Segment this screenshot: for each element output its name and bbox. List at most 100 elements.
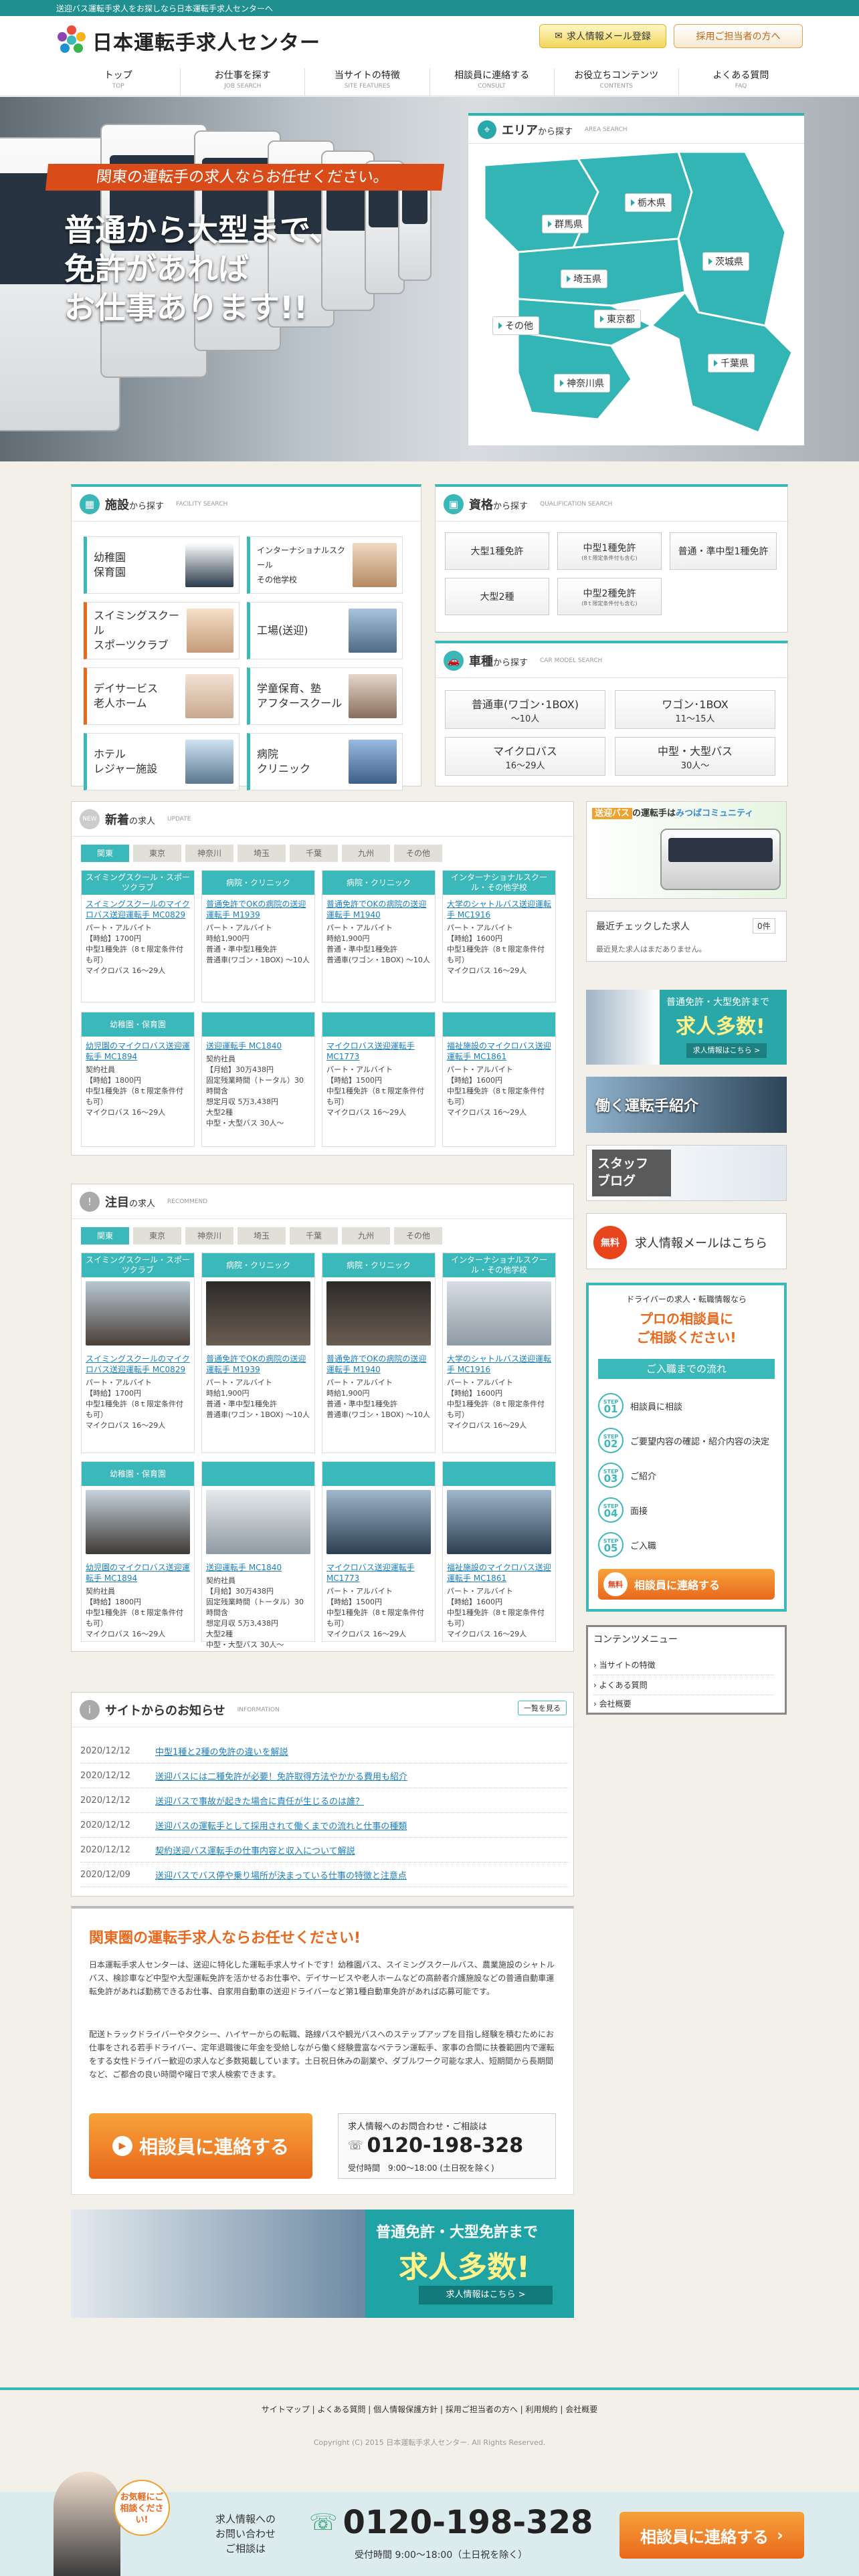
tab-chiba[interactable]: 千葉 [290, 845, 338, 862]
pref-ibaraki[interactable]: 茨城県 [702, 252, 749, 271]
tab-kanagawa[interactable]: 神奈川 [185, 845, 233, 862]
banner-link[interactable]: 求人情報はこちら > [686, 1043, 767, 1058]
mail-banner[interactable]: 無料 求人情報メールはこちら [586, 1213, 787, 1269]
nav-consult[interactable]: 相談員に連絡する CONSULT [429, 68, 554, 96]
job-card[interactable]: 病院・クリニック 普通免許でOKの病院の送迎運転手 M1939 パート・アルバイト … [201, 1253, 315, 1453]
tab-kyushu[interactable]: 九州 [342, 845, 390, 862]
tab-chiba[interactable]: 千葉 [290, 1227, 338, 1245]
job-title[interactable]: 普通免許でOKの病院の送迎運転手 M1939 [202, 1350, 314, 1378]
news-link[interactable]: 送迎バスで事故が起きた場合に責任が生じるのは誰？ [155, 1794, 364, 1807]
tab-kanagawa[interactable]: 神奈川 [185, 1227, 233, 1245]
pref-tokyo[interactable]: 東京都 [594, 310, 641, 328]
job-title[interactable]: 送迎運転手 MC1840 [202, 1037, 314, 1054]
job-title[interactable]: 幼児園のマイクロバス送迎運転手 MC1894 [82, 1037, 194, 1065]
job-title[interactable]: マイクロバス送迎運転手 MC1773 [322, 1558, 435, 1586]
footer-link[interactable]: 採用ご担当者の方へ [446, 2405, 518, 2414]
tab-kyushu[interactable]: 九州 [342, 1227, 390, 1245]
facility-hotel[interactable]: ホテル レジャー施設 [84, 733, 240, 790]
job-title[interactable]: 大学のシャトルバス送迎運転手 MC1916 [443, 1350, 555, 1378]
tab-tokyo[interactable]: 東京 [133, 1227, 181, 1245]
nav-faq[interactable]: よくある質問 FAQ [678, 68, 803, 96]
vehicle-wagon[interactable]: ワゴン･1BOX 11〜15人 [615, 690, 775, 729]
job-card[interactable]: 福祉施設のマイクロバス送迎運転手 MC1861 パート・アルバイト 【時給】160… [442, 1461, 556, 1642]
job-title[interactable]: 福祉施設のマイクロバス送迎運転手 MC1861 [443, 1558, 555, 1586]
consult-button[interactable]: 無料 相談員に連絡する [598, 1569, 775, 1600]
vehicle-bus[interactable]: 中型・大型バス 30人〜 [615, 737, 775, 776]
job-card[interactable]: 幼稚園・保育園 幼児園のマイクロバス送迎運転手 MC1894 契約社員 【時給】18… [81, 1461, 195, 1642]
job-title[interactable]: マイクロバス送迎運転手 MC1773 [322, 1037, 435, 1065]
news-link[interactable]: 契約送迎バス運転手の仕事内容と収入について解説 [155, 1844, 355, 1856]
pref-gunma[interactable]: 群馬県 [542, 215, 589, 233]
news-more-button[interactable]: 一覧を見る [518, 1701, 567, 1715]
job-card[interactable]: 病院・クリニック 普通免許でOKの病院の送迎運転手 M1940 パート・アルバイト … [322, 870, 436, 1002]
news-link[interactable]: 中型1種と2種の免許の違いを解説 [155, 1745, 288, 1757]
pref-chiba[interactable]: 千葉県 [708, 354, 755, 372]
tab-saitama[interactable]: 埼玉 [237, 845, 286, 862]
job-card[interactable]: 幼稚園・保育園 幼児園のマイクロバス送迎運転手 MC1894 契約社員 【時給】18… [81, 1012, 195, 1147]
job-card[interactable]: スイミングスクール・スポーツクラブ スイミングスクールのマイクロバス送迎運転手 M… [81, 1253, 195, 1453]
tel-number-row[interactable]: ☏ 0120-198-328 [348, 2134, 523, 2157]
many-jobs-banner[interactable]: 普通免許・大型免許まで 求人多数! 求人情報はこちら > [586, 990, 787, 1065]
nav-contents[interactable]: お役立ちコンテンツ CONTENTS [553, 68, 678, 96]
pref-kanagawa[interactable]: 神奈川県 [554, 374, 610, 393]
facility-day-service[interactable]: デイサービス 老人ホーム [84, 667, 240, 725]
big-banner-link[interactable]: 求人情報はこちら > [419, 2286, 553, 2304]
footer-link[interactable]: 会社概要 [565, 2405, 597, 2414]
job-card[interactable]: スイミングスクール・スポーツクラブ スイミングスクールのマイクロバス送迎運転手 M… [81, 870, 195, 1002]
facility-swimming[interactable]: スイミングスクール スポーツクラブ [84, 602, 240, 659]
job-title[interactable]: スイミングスクールのマイクロバス送迎運転手 MC0829 [82, 895, 194, 923]
job-title[interactable]: スイミングスクールのマイクロバス送迎運転手 MC0829 [82, 1350, 194, 1378]
job-card[interactable]: 送迎運転手 MC1840 契約社員 【月給】30万438円 固定残業時間（トータル… [201, 1012, 315, 1147]
license-large2[interactable]: 大型2種 [445, 578, 549, 615]
nav-job-search[interactable]: お仕事を探す JOB SEARCH [180, 68, 304, 96]
recruiter-button[interactable]: 採用ご担当者の方へ [674, 24, 803, 48]
footer-link[interactable]: サイトマップ [262, 2405, 310, 2414]
news-link[interactable]: 送迎バスでバス停や乗り場所が決まっている仕事の特徴と注意点 [155, 1868, 407, 1881]
job-card[interactable]: マイクロバス送迎運転手 MC1773 パート・アルバイト 【時給】1500円 中型… [322, 1012, 436, 1147]
footer-link[interactable]: 利用規約 [526, 2405, 558, 2414]
site-logo[interactable]: 日本運転手求人センター [56, 24, 320, 58]
facility-kindergarten[interactable]: 幼稚園 保育園 [84, 536, 240, 594]
cta-consult-button[interactable]: 相談員に連絡する › [619, 2512, 804, 2559]
pref-other[interactable]: その他 [492, 316, 539, 335]
news-link[interactable]: 送迎バスの運転手として採用されて働くまでの流れと仕事の種類 [155, 1819, 407, 1832]
cta-tel-row[interactable]: ☏ 0120-198-328 [309, 2504, 593, 2541]
job-card[interactable]: インターナショナルスクール・その他学校 大学のシャトルバス送迎運転手 MC1916… [442, 870, 556, 1002]
license-large1[interactable]: 大型1種免許 [445, 532, 549, 570]
many-jobs-big-banner[interactable]: 普通免許・大型免許まで 求人多数! 求人情報はこちら > [71, 2210, 574, 2318]
job-title[interactable]: 普通免許でOKの病院の送迎運転手 M1939 [202, 895, 314, 923]
tab-kanto[interactable]: 関東 [81, 1227, 129, 1245]
job-title[interactable]: 大学のシャトルバス送迎運転手 MC1916 [443, 895, 555, 923]
menu-item-features[interactable]: › 当サイトの特徴 [593, 1659, 774, 1675]
job-title[interactable]: 送迎運転手 MC1840 [202, 1558, 314, 1576]
mail-register-button[interactable]: ✉ 求人情報メール登録 [539, 24, 666, 48]
staff-blog-banner[interactable]: スタッフ ブログ [586, 1145, 787, 1201]
job-title[interactable]: 普通免許でOKの病院の送迎運転手 M1940 [322, 1350, 435, 1378]
tab-other[interactable]: その他 [394, 1227, 442, 1245]
footer-link[interactable]: よくある質問 [317, 2405, 365, 2414]
tab-tokyo[interactable]: 東京 [133, 845, 181, 862]
job-card[interactable]: 福祉施設のマイクロバス送迎運転手 MC1861 パート・アルバイト 【時給】160… [442, 1012, 556, 1147]
job-card[interactable]: マイクロバス送迎運転手 MC1773 パート・アルバイト 【時給】1500円 中型… [322, 1461, 436, 1642]
menu-item-faq[interactable]: › よくある質問 [593, 1679, 774, 1695]
driver-intro-banner[interactable]: 働く運転手紹介 [586, 1077, 787, 1133]
community-banner[interactable]: 送迎バス の運転手はみつばコミュニティ [586, 801, 787, 899]
job-title[interactable]: 幼児園のマイクロバス送迎運転手 MC1894 [82, 1558, 194, 1586]
facility-hospital[interactable]: 病院 クリニック [247, 733, 403, 790]
job-title[interactable]: 福祉施設のマイクロバス送迎運転手 MC1861 [443, 1037, 555, 1065]
job-card[interactable]: 病院・クリニック 普通免許でOKの病院の送迎運転手 M1940 パート・アルバイト … [322, 1253, 436, 1453]
license-medium2[interactable]: 中型2種免許 (8ｔ限定条件付も含む) [557, 578, 662, 615]
tab-saitama[interactable]: 埼玉 [237, 1227, 286, 1245]
nav-site-features[interactable]: 当サイトの特徴 SITE FEATURES [304, 68, 429, 96]
license-medium1[interactable]: 中型1種免許 (8ｔ限定条件付も含む) [557, 532, 662, 570]
vehicle-microbus[interactable]: マイクロバス 16〜29人 [445, 737, 605, 776]
job-card[interactable]: 病院・クリニック 普通免許でOKの病院の送迎運転手 M1939 パート・アルバイト … [201, 870, 315, 1002]
news-link[interactable]: 送迎バスには二種免許が必要！免許取得方法やかかる費用も紹介 [155, 1769, 407, 1782]
nav-top[interactable]: トップ TOP [56, 68, 180, 96]
job-card[interactable]: 送迎運転手 MC1840 契約社員 【月給】30万438円 固定残業時間（トータル… [201, 1461, 315, 1649]
ibaraki-shape[interactable] [676, 150, 787, 327]
facility-afterschool[interactable]: 学童保育、塾 アフタースクール [247, 667, 403, 725]
about-consult-button[interactable]: ▶ 相談員に連絡する [89, 2113, 312, 2179]
job-title[interactable]: 普通免許でOKの病院の送迎運転手 M1940 [322, 895, 435, 923]
license-normal1[interactable]: 普通・準中型1種免許 [670, 532, 777, 570]
